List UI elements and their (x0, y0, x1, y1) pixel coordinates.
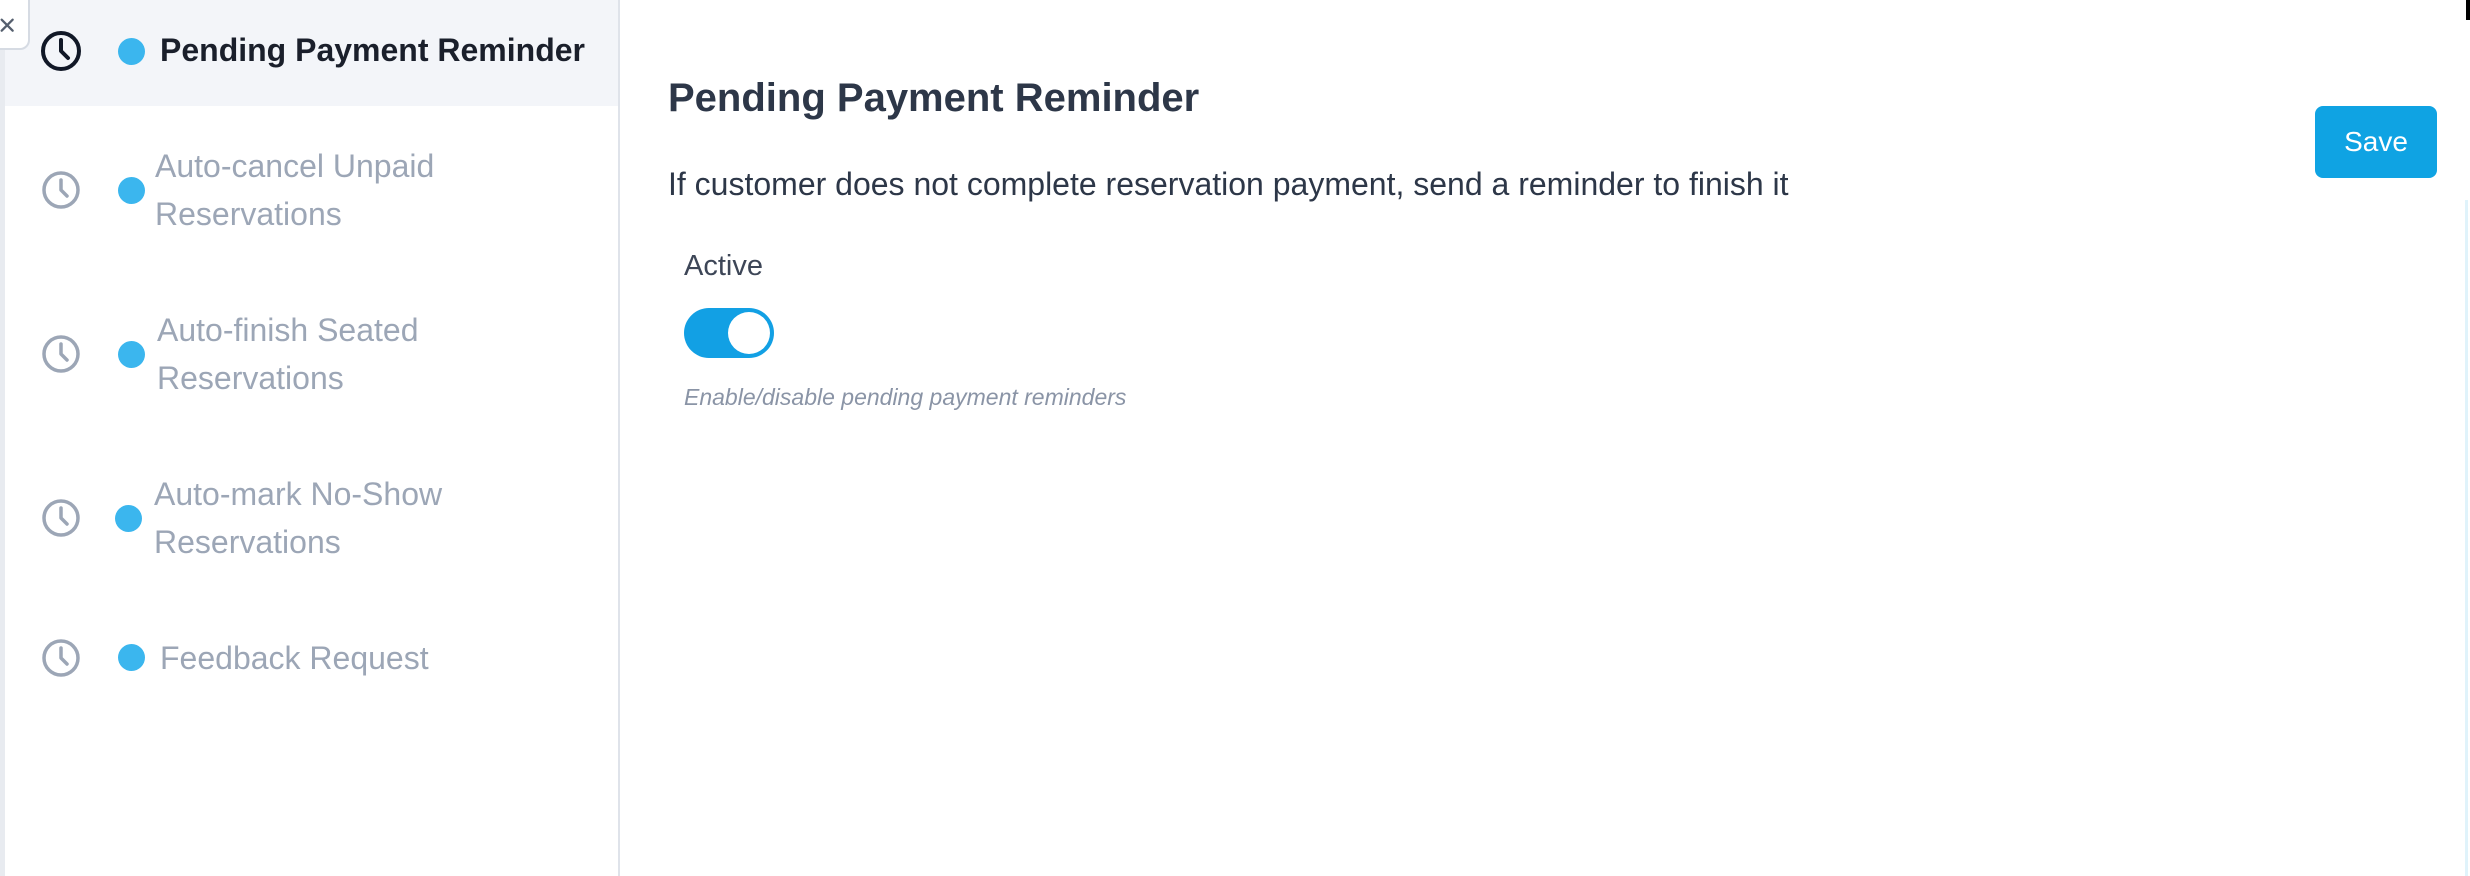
sidebar-item-label: Pending Payment Reminder (160, 32, 585, 68)
clock-icon (38, 28, 84, 74)
clock-icon (38, 167, 84, 213)
active-toggle[interactable] (684, 308, 774, 358)
page-title: Pending Payment Reminder (668, 76, 1200, 120)
window-edge (2466, 0, 2470, 20)
clock-icon (38, 635, 84, 681)
clock-icon (38, 331, 84, 377)
automation-sidebar: Pending Payment Reminder Auto-cancel Unp… (0, 0, 620, 876)
automation-detail-panel: Pending Payment Reminder If customer doe… (622, 0, 2470, 876)
sidebar-item-auto-cancel-unpaid[interactable]: Auto-cancel Unpaid Reservations (5, 140, 618, 240)
sidebar-item-label: Feedback Request (160, 640, 429, 676)
sidebar-item-auto-finish-seated[interactable]: Auto-finish Seated Reservations (5, 304, 618, 404)
save-button[interactable]: Save (2315, 106, 2437, 178)
scrollbar-track (2465, 200, 2468, 876)
collapse-sidebar-button[interactable] (0, 0, 30, 50)
sidebar-item-label: Auto-finish Seated Reservations (157, 312, 419, 396)
sidebar-edge (0, 0, 5, 876)
sidebar-item-label: Auto-mark No-Show Reservations (154, 476, 443, 560)
toggle-knob (728, 312, 770, 354)
sidebar-item-feedback-request[interactable]: Feedback Request (5, 628, 618, 688)
status-dot (118, 177, 145, 204)
sidebar-item-label: Auto-cancel Unpaid Reservations (155, 148, 435, 232)
status-dot (115, 505, 142, 532)
sidebar-item-pending-payment-reminder[interactable]: Pending Payment Reminder (5, 0, 618, 106)
clock-icon (38, 495, 84, 541)
active-help-text: Enable/disable pending payment reminders (684, 384, 1127, 410)
settings-page: Pending Payment Reminder Auto-cancel Unp… (0, 0, 2470, 876)
active-label: Active (684, 250, 763, 282)
status-dot (118, 644, 145, 671)
automation-description: If customer does not complete reservatio… (668, 166, 1789, 202)
close-icon (0, 18, 14, 32)
status-dot (118, 341, 145, 368)
status-dot (118, 38, 145, 65)
sidebar-item-auto-mark-no-show[interactable]: Auto-mark No-Show Reservations (5, 468, 618, 568)
